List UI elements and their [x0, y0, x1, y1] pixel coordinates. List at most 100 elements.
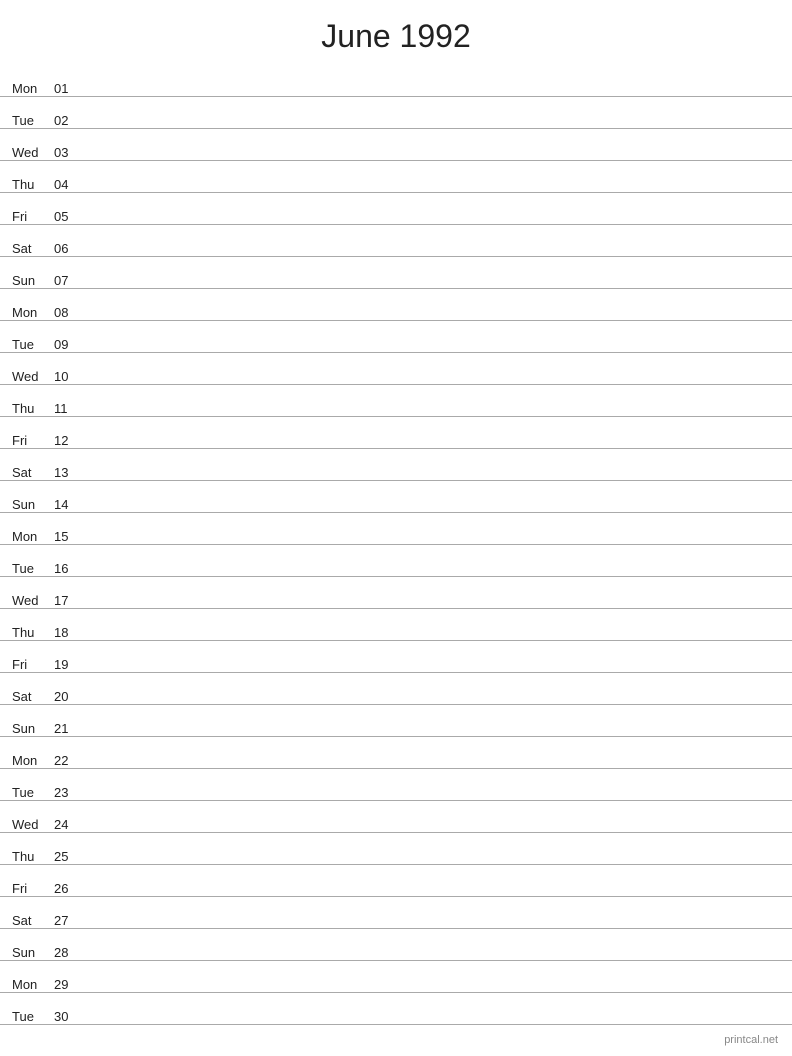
- day-line: [82, 1019, 780, 1020]
- day-name: Tue: [12, 1009, 50, 1024]
- day-name: Fri: [12, 881, 50, 896]
- day-line: [82, 411, 780, 412]
- day-number: 27: [54, 913, 82, 928]
- day-line: [82, 987, 780, 988]
- day-line: [82, 891, 780, 892]
- day-name: Wed: [12, 593, 50, 608]
- day-line: [82, 219, 780, 220]
- calendar-row: Thu 18: [0, 609, 792, 641]
- day-line: [82, 475, 780, 476]
- day-name: Sat: [12, 465, 50, 480]
- calendar-row: Fri05: [0, 193, 792, 225]
- day-number: 11: [54, 401, 82, 416]
- day-name: Fri: [12, 657, 50, 672]
- calendar-row: Sun 28: [0, 929, 792, 961]
- day-line: [82, 539, 780, 540]
- day-name: Sun: [12, 497, 50, 512]
- calendar-row: Mon15: [0, 513, 792, 545]
- day-number: 14: [54, 497, 82, 512]
- day-number: 18: [54, 625, 82, 640]
- day-name: Sat: [12, 241, 50, 256]
- day-line: [82, 635, 780, 636]
- calendar-row: Thu 11: [0, 385, 792, 417]
- calendar-row: Thu 25: [0, 833, 792, 865]
- day-line: [82, 699, 780, 700]
- day-number: 08: [54, 305, 82, 320]
- day-line: [82, 443, 780, 444]
- day-line: [82, 91, 780, 92]
- day-number: 17: [54, 593, 82, 608]
- day-line: [82, 795, 780, 796]
- calendar-row: Wed 10: [0, 353, 792, 385]
- day-line: [82, 379, 780, 380]
- day-name: Thu: [12, 401, 50, 416]
- calendar-row: Mon 22: [0, 737, 792, 769]
- day-number: 25: [54, 849, 82, 864]
- day-name: Sat: [12, 689, 50, 704]
- day-line: [82, 859, 780, 860]
- day-number: 10: [54, 369, 82, 384]
- calendar-row: Fri 12: [0, 417, 792, 449]
- calendar-row: Sat20: [0, 673, 792, 705]
- day-number: 01: [54, 81, 82, 96]
- day-number: 12: [54, 433, 82, 448]
- day-line: [82, 507, 780, 508]
- day-number: 22: [54, 753, 82, 768]
- day-line: [82, 763, 780, 764]
- day-name: Tue: [12, 561, 50, 576]
- day-number: 15: [54, 529, 82, 544]
- calendar-row: Fri19: [0, 641, 792, 673]
- calendar-row: Fri 26: [0, 865, 792, 897]
- footer-credit: printcal.net: [724, 1034, 778, 1046]
- calendar-row: Sun 14: [0, 481, 792, 513]
- calendar-row: Wed 24: [0, 801, 792, 833]
- day-line: [82, 923, 780, 924]
- calendar-row: Tue09: [0, 321, 792, 353]
- day-name: Thu: [12, 849, 50, 864]
- calendar-row: Wed 03: [0, 129, 792, 161]
- day-name: Mon: [12, 977, 50, 992]
- day-number: 24: [54, 817, 82, 832]
- day-name: Fri: [12, 433, 50, 448]
- day-name: Sun: [12, 945, 50, 960]
- day-number: 28: [54, 945, 82, 960]
- calendar-row: Tue30: [0, 993, 792, 1025]
- day-line: [82, 731, 780, 732]
- day-name: Thu: [12, 177, 50, 192]
- calendar-row: Tue16: [0, 545, 792, 577]
- day-line: [82, 155, 780, 156]
- day-name: Fri: [12, 209, 50, 224]
- calendar-row: Sat 06: [0, 225, 792, 257]
- day-name: Wed: [12, 369, 50, 384]
- calendar-row: Wed 17: [0, 577, 792, 609]
- day-number: 21: [54, 721, 82, 736]
- calendar-row: Sun07: [0, 257, 792, 289]
- day-line: [82, 347, 780, 348]
- day-line: [82, 187, 780, 188]
- calendar-row: Sun 21: [0, 705, 792, 737]
- day-name: Mon: [12, 753, 50, 768]
- day-line: [82, 827, 780, 828]
- calendar-row: Thu 04: [0, 161, 792, 193]
- day-number: 26: [54, 881, 82, 896]
- day-name: Tue: [12, 337, 50, 352]
- day-number: 04: [54, 177, 82, 192]
- day-name: Mon: [12, 305, 50, 320]
- day-name: Sun: [12, 721, 50, 736]
- day-line: [82, 251, 780, 252]
- day-number: 02: [54, 113, 82, 128]
- day-number: 29: [54, 977, 82, 992]
- day-line: [82, 667, 780, 668]
- day-name: Thu: [12, 625, 50, 640]
- day-name: Wed: [12, 817, 50, 832]
- day-line: [82, 603, 780, 604]
- day-number: 06: [54, 241, 82, 256]
- calendar-row: Mon 01: [0, 65, 792, 97]
- day-number: 03: [54, 145, 82, 160]
- calendar-row: Sat13: [0, 449, 792, 481]
- day-line: [82, 571, 780, 572]
- day-name: Sun: [12, 273, 50, 288]
- day-name: Mon: [12, 81, 50, 96]
- day-name: Wed: [12, 145, 50, 160]
- day-line: [82, 955, 780, 956]
